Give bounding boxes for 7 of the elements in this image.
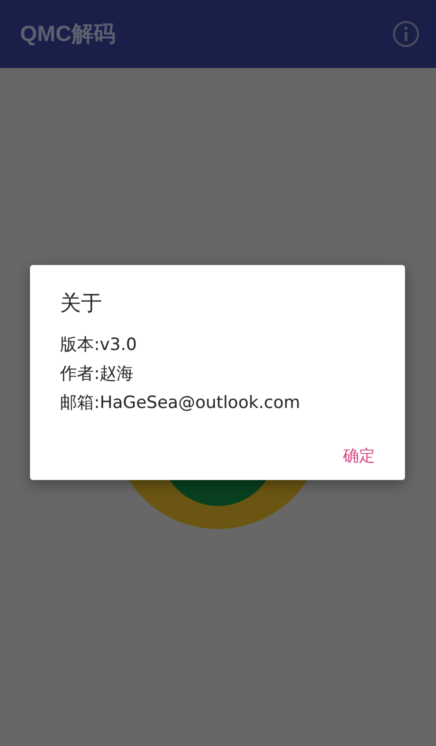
info-icon[interactable] bbox=[392, 20, 420, 48]
info-line: 邮箱:HaGeSea@outlook.com bbox=[60, 392, 302, 415]
info-line: 作者:赵海 bbox=[60, 363, 135, 386]
app-title: QMC解码 bbox=[20, 20, 116, 48]
dialog-title: 关于 bbox=[60, 290, 103, 317]
info-line: 版本:v3.0 bbox=[60, 334, 138, 357]
confirm-button[interactable]: 确定 bbox=[337, 440, 381, 473]
